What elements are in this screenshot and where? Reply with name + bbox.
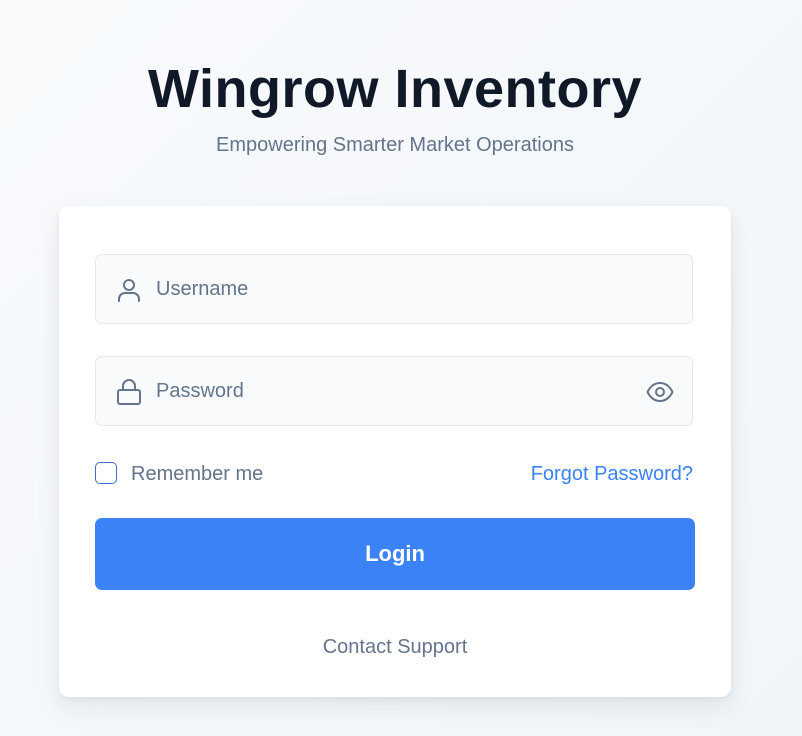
forgot-password-link[interactable]: Forgot Password? — [531, 460, 693, 488]
username-input[interactable] — [156, 255, 626, 323]
remember-label[interactable]: Remember me — [131, 460, 263, 488]
username-field[interactable] — [95, 254, 693, 324]
password-input[interactable] — [156, 357, 626, 425]
login-button[interactable]: Login — [95, 518, 695, 590]
eye-icon[interactable] — [646, 379, 674, 405]
user-icon — [118, 279, 140, 302]
remember-checkbox[interactable] — [95, 462, 117, 484]
lock-icon — [117, 379, 141, 405]
login-card: Remember me Forgot Password? Login Conta… — [59, 206, 731, 697]
contact-support-link[interactable]: Contact Support — [59, 633, 731, 661]
options-row: Remember me Forgot Password? — [95, 460, 693, 488]
password-field[interactable] — [95, 356, 693, 426]
app-subtitle: Empowering Smarter Market Operations — [216, 134, 574, 156]
app-title: Wingrow Inventory — [147, 59, 643, 119]
